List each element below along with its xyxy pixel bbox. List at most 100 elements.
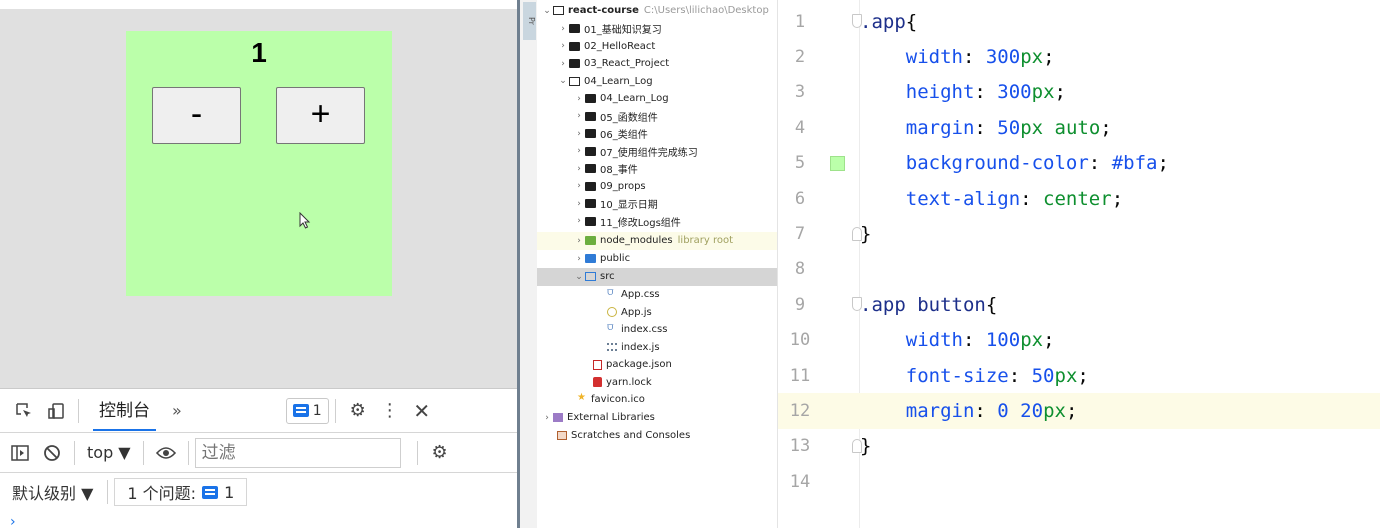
code-line[interactable]: 1 .app{	[778, 4, 1380, 39]
device-toolbar-icon[interactable]	[40, 396, 72, 426]
code-token: .app button	[860, 293, 986, 316]
gutter-marker	[822, 110, 860, 145]
tree-item[interactable]: › 05_函数组件	[537, 108, 777, 126]
devtools-panel: 控制台 » 1 ⚙ ⋮ ✕ top ▼ 过滤 ⚙ 默认级别 ▼ 1 个问题: 1…	[0, 388, 517, 528]
tree-item[interactable]: › 09_props	[537, 178, 777, 196]
eye-icon[interactable]	[150, 438, 182, 468]
issues-badge[interactable]: 1	[285, 397, 329, 424]
tree-item-label: App.css	[621, 289, 660, 301]
tree-root[interactable]: ⌄ react-course C:\Users\lilichao\Desktop	[537, 2, 777, 20]
log-level-select[interactable]: 默认级别 ▼	[0, 480, 101, 504]
tree-item[interactable]: › 04_Learn_Log	[537, 90, 777, 108]
code-token: .app	[860, 10, 906, 33]
tree-item[interactable]: › 02_HelloReact	[537, 38, 777, 56]
code-token: 50	[1031, 364, 1055, 387]
sidebar-toggle-icon[interactable]	[4, 438, 36, 468]
tree-item[interactable]: App.js	[537, 304, 777, 322]
tree-item[interactable]: › 03_React_Project	[537, 55, 777, 73]
tree-item[interactable]: ⌄ 04_Learn_Log	[537, 73, 777, 91]
tree-item[interactable]: › 11_修改Logs组件	[537, 213, 777, 231]
color-swatch-icon[interactable]	[830, 155, 845, 171]
console-settings-gear-icon[interactable]: ⚙	[424, 438, 456, 468]
tree-item[interactable]: ⌄ src	[537, 268, 777, 286]
code-token: ;	[1065, 400, 1078, 423]
settings-gear-icon[interactable]: ⚙	[342, 396, 374, 426]
code-token: ;	[1157, 152, 1169, 175]
tree-item[interactable]: › node_modules library root	[537, 232, 777, 250]
tree-item-label: 07_使用组件完成练习	[600, 147, 698, 159]
code-line[interactable]: 2 width: 300px;	[778, 39, 1380, 74]
line-number: 3	[794, 82, 806, 103]
tab-console[interactable]: 控制台	[85, 389, 164, 433]
tree-item[interactable]: › public	[537, 250, 777, 268]
tree-item[interactable]: › 10_显示日期	[537, 195, 777, 213]
increment-button[interactable]: +	[276, 87, 365, 144]
folder-icon	[585, 111, 596, 121]
code-line[interactable]: 7}	[778, 216, 1380, 251]
console-prompt-icon: ›	[10, 514, 16, 528]
code-token: auto	[1054, 116, 1101, 139]
project-panel-tab[interactable]: Pr	[523, 2, 536, 40]
root-path: C:\Users\lilichao\Desktop	[643, 5, 769, 17]
more-tabs-button[interactable]: »	[164, 401, 190, 420]
tree-item[interactable]: favicon.ico	[537, 391, 777, 409]
code-token: 100	[985, 329, 1021, 352]
code-line[interactable]: 4 margin: 50px auto;	[778, 110, 1380, 145]
code-line[interactable]: 11 font-size: 50px;	[778, 358, 1380, 393]
gutter-marker	[822, 181, 860, 216]
folder-icon	[585, 94, 596, 104]
message-icon	[202, 485, 219, 499]
tree-item[interactable]: › 08_事件	[537, 160, 777, 178]
clear-console-icon[interactable]	[36, 438, 68, 468]
tree-item[interactable]: › 01_基础知识复习	[537, 20, 777, 38]
code-token: {	[905, 10, 918, 33]
fold-toggle-icon[interactable]	[852, 438, 862, 453]
gutter-marker	[822, 358, 860, 393]
code-token: margin	[905, 116, 975, 139]
decrement-button[interactable]: -	[152, 87, 241, 144]
gutter-marker	[822, 464, 860, 499]
fold-toggle-icon[interactable]	[852, 297, 862, 312]
code-line[interactable]: 14	[778, 464, 1380, 499]
separator	[416, 440, 418, 465]
tree-item[interactable]: index.css	[537, 321, 777, 339]
tree-item[interactable]: Scratches and Consoles	[537, 427, 777, 445]
fold-toggle-icon[interactable]	[852, 226, 862, 241]
code-line[interactable]: 8	[778, 252, 1380, 287]
tree-item[interactable]: index.js	[537, 339, 777, 357]
kebab-menu-icon[interactable]: ⋮	[374, 396, 406, 426]
close-icon[interactable]: ✕	[406, 396, 438, 426]
chevron-right-icon: ›	[561, 41, 565, 52]
code-line[interactable]: 13}	[778, 429, 1380, 464]
code-text: margin: 0 20px;	[860, 400, 1078, 423]
code-line[interactable]: 6 text-align: center;	[778, 181, 1380, 216]
line-number: 4	[794, 117, 806, 138]
code-text: font-size: 50px;	[860, 365, 1089, 387]
filter-input[interactable]	[194, 437, 401, 468]
tree-item[interactable]: package.json	[537, 356, 777, 374]
tree-item[interactable]: › External Libraries	[537, 409, 777, 427]
code-line[interactable]: 12 margin: 0 20px;	[778, 393, 1380, 429]
code-editor[interactable]: 1 .app{2 width: 300px; 3 height: 300px; 4 m…	[778, 0, 1380, 528]
code-line[interactable]: 10 width: 100px;	[778, 323, 1380, 358]
tree-item-label: public	[600, 253, 631, 265]
code-line[interactable]: 9 .app button{	[778, 287, 1380, 322]
context-select[interactable]: top ▼	[81, 443, 137, 462]
tree-item[interactable]: App.css	[537, 286, 777, 304]
inspect-element-icon[interactable]	[8, 396, 40, 426]
tree-item[interactable]: yarn.lock	[537, 374, 777, 392]
gutter-marker	[822, 252, 860, 287]
code-token: center	[1043, 187, 1112, 210]
tree-item-label: node_modules	[600, 235, 673, 247]
tree-item[interactable]: › 06_类组件	[537, 125, 777, 143]
fold-toggle-icon[interactable]	[852, 14, 862, 29]
issues-button[interactable]: 1 个问题: 1	[114, 478, 248, 506]
code-line[interactable]: 3 height: 300px;	[778, 75, 1380, 110]
code-token: ;	[1043, 46, 1055, 69]
code-line[interactable]: 5 background-color: #bfa;	[778, 146, 1380, 181]
tree-item-label: 11_修改Logs组件	[600, 217, 681, 229]
tree-item[interactable]: › 07_使用组件完成练习	[537, 143, 777, 161]
